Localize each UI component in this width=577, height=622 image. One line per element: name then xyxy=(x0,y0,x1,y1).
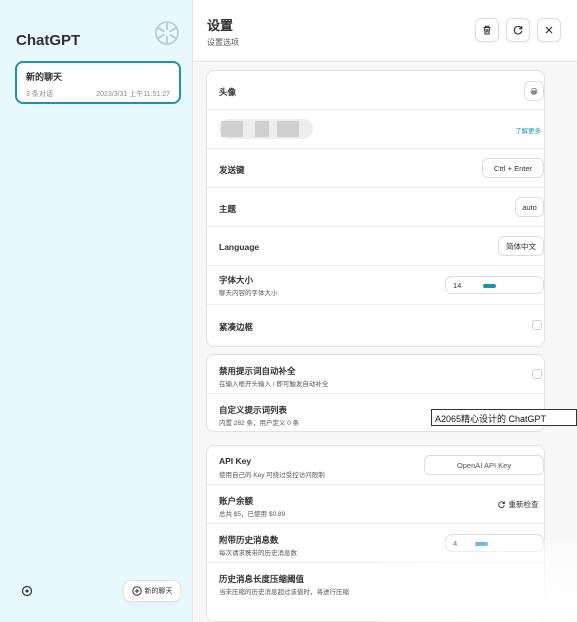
refresh-icon xyxy=(497,500,505,508)
settings-card-api: API Key 使用自己的 Key 可绕过受控访问限制 OpenAI API K… xyxy=(206,445,545,622)
api-key-description: 使用自己的 Key 可绕过受控访问限制 xyxy=(219,472,325,479)
compress-description: 当未压缩的历史消息超过该值时，将进行压缩 xyxy=(219,589,349,596)
balance-label: 账户余额 xyxy=(219,496,254,506)
disable-prompt-row: 禁用提示词自动补全 在输入框开头输入 / 即可触发自动补全 xyxy=(207,355,544,394)
update-row: 了解更多 xyxy=(207,110,544,149)
api-key-input[interactable]: OpenAI API Key xyxy=(424,455,544,475)
page-title: 设置 xyxy=(207,18,234,33)
font-size-row: 字体大小 聊天内容的字体大小 14 xyxy=(207,266,544,305)
avatar-button[interactable]: 😀 xyxy=(524,81,544,101)
font-size-description: 聊天内容的字体大小 xyxy=(219,290,278,297)
avatar-row: 头像 😀 xyxy=(207,71,544,110)
language-label: Language xyxy=(219,242,260,252)
settings-button[interactable] xyxy=(16,580,38,602)
history-count-value: 4 xyxy=(453,539,458,548)
new-chat-button[interactable]: 新的聊天 xyxy=(123,580,181,602)
openai-logo-icon xyxy=(155,21,179,45)
tight-border-row: 紧凑边框 xyxy=(207,305,544,346)
avatar-label: 头像 xyxy=(219,87,237,97)
new-chat-label: 新的聊天 xyxy=(144,588,173,595)
blurred-block xyxy=(221,121,243,137)
custom-prompt-label: 自定义提示词列表 xyxy=(219,405,288,415)
learn-more-link[interactable]: 了解更多 xyxy=(515,125,541,135)
reset-button[interactable] xyxy=(506,18,530,42)
send-key-label: 发送键 xyxy=(219,165,245,175)
watermark-tooltip: A2065精心设计的 ChatGPT xyxy=(431,409,577,426)
chat-list-item[interactable]: 新的聊天 3 条对话 2023/3/31 上午11:51:27 xyxy=(15,61,181,104)
sidebar: ChatGPT 新的聊天 3 条对话 2023/3/31 上午11:51:27 … xyxy=(0,0,193,622)
send-key-select[interactable]: Ctrl + Enter xyxy=(482,158,544,178)
recheck-balance-label: 重新检查 xyxy=(508,499,539,509)
history-count-slider[interactable]: 4 xyxy=(445,534,544,552)
tight-border-label: 紧凑边框 xyxy=(219,322,254,332)
blurred-block xyxy=(255,121,269,137)
custom-prompt-description: 内置 282 条，用户定义 0 条 xyxy=(219,420,300,427)
theme-label: 主题 xyxy=(219,204,237,214)
page-subtitle: 设置选项 xyxy=(207,38,239,47)
chat-item-title: 新的聊天 xyxy=(26,72,63,82)
font-size-slider[interactable]: 14 xyxy=(445,276,544,294)
app-title: ChatGPT xyxy=(16,32,81,49)
font-size-label: 字体大小 xyxy=(219,275,254,285)
theme-select[interactable]: auto xyxy=(515,197,544,217)
disable-prompt-description: 在输入框开头输入 / 即可触发自动补全 xyxy=(219,381,329,388)
tight-border-checkbox[interactable] xyxy=(532,320,542,330)
font-size-value: 14 xyxy=(453,281,462,290)
history-count-description: 每次请求携带的历史消息数 xyxy=(219,550,297,557)
settings-card-general: 头像 😀 了解更多 发送键 Ctrl + Enter 主题 auto Langu… xyxy=(206,70,545,347)
trash-icon xyxy=(483,25,491,35)
avatar-emoji: 😀 xyxy=(530,86,538,96)
plus-circle-icon xyxy=(131,586,142,596)
clear-data-button[interactable] xyxy=(475,18,499,42)
history-count-label: 附带历史消息数 xyxy=(219,535,279,545)
api-key-label: API Key xyxy=(219,456,252,466)
balance-description: 总共 $5，已使用 $0.89 xyxy=(219,511,286,518)
send-key-row: 发送键 Ctrl + Enter xyxy=(207,149,544,188)
disable-prompt-checkbox[interactable] xyxy=(532,369,542,379)
balance-row: 账户余额 总共 $5，已使用 $0.89 重新检查 xyxy=(207,485,544,524)
font-size-slider-thumb[interactable] xyxy=(482,284,496,288)
language-row: Language 简体中文 xyxy=(207,227,544,266)
close-icon xyxy=(545,26,553,34)
settings-panel: 设置 设置选项 头像 😀 了解更多 发送键 Ctrl + Enter 主题 au… xyxy=(194,0,577,622)
blurred-block xyxy=(277,121,299,137)
chat-item-count: 3 条对话 xyxy=(26,91,53,98)
close-button[interactable] xyxy=(537,18,561,42)
history-count-row: 附带历史消息数 每次请求携带的历史消息数 4 xyxy=(207,524,544,563)
language-select[interactable]: 简体中文 xyxy=(498,236,544,256)
refresh-icon xyxy=(513,25,523,35)
settings-body: 头像 😀 了解更多 发送键 Ctrl + Enter 主题 auto Langu… xyxy=(194,63,577,622)
api-key-row: API Key 使用自己的 Key 可绕过受控访问限制 OpenAI API K… xyxy=(207,446,544,485)
chat-item-time: 2023/3/31 上午11:51:27 xyxy=(96,91,170,98)
compress-label: 历史消息长度压缩阈值 xyxy=(219,574,305,584)
history-count-slider-thumb[interactable] xyxy=(475,542,489,546)
recheck-balance-button[interactable]: 重新检查 xyxy=(491,494,544,514)
disable-prompt-label: 禁用提示词自动补全 xyxy=(219,366,296,376)
settings-header: 设置 设置选项 xyxy=(194,0,577,62)
theme-row: 主题 auto xyxy=(207,188,544,227)
compress-row: 历史消息长度压缩阈值 当未压缩的历史消息超过该值时，将进行压缩 xyxy=(207,563,544,602)
settings-icon xyxy=(21,585,33,597)
